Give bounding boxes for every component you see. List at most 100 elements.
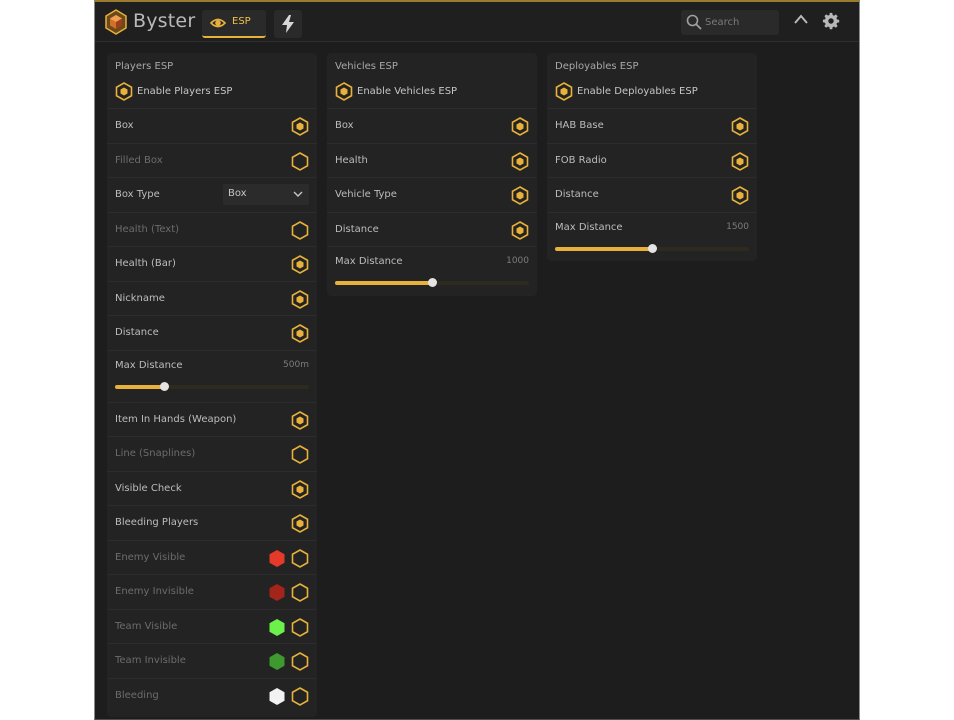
setting-row-max-distance: Max Distance 500m xyxy=(107,349,317,402)
setting-row-health: Health xyxy=(327,142,537,178)
search-box[interactable] xyxy=(681,10,779,35)
slider-handle[interactable] xyxy=(159,381,169,391)
select-value: Box xyxy=(228,188,247,199)
toggle-hex-icon[interactable] xyxy=(291,652,309,675)
setting-row-enemy-invisible: Enemy Invisible xyxy=(107,574,317,609)
setting-row-filled-box: Filled Box xyxy=(107,142,317,178)
setting-row-box: Box xyxy=(107,108,317,143)
color-swatch[interactable] xyxy=(268,687,286,710)
toggle-hex-icon[interactable] xyxy=(291,445,309,468)
gear-icon[interactable] xyxy=(822,12,840,30)
toggle-hex-icon[interactable] xyxy=(291,255,309,278)
setting-row-enemy-visible: Enemy Visible xyxy=(107,539,317,575)
toggle-hex-icon[interactable] xyxy=(511,186,529,209)
slider-handle[interactable] xyxy=(428,278,437,287)
setting-label: FOB Radio xyxy=(555,154,607,166)
toggle-hex-icon[interactable] xyxy=(291,617,309,641)
toggle-hex-icon[interactable] xyxy=(291,583,309,606)
setting-row-bleeding: Bleeding xyxy=(107,677,317,713)
setting-label: Filled Box xyxy=(115,154,163,166)
players-esp-panel: Players ESP Enable Players ESP Box Filled… xyxy=(107,53,317,717)
toggle-hex-icon xyxy=(115,82,133,105)
toggle-hex-icon[interactable] xyxy=(731,117,749,140)
setting-row-visible-check: Visible Check xyxy=(107,470,317,506)
search-input[interactable] xyxy=(705,13,775,32)
setting-label: Line (Snaplines) xyxy=(115,448,196,459)
tab-lightning[interactable] xyxy=(274,10,302,38)
logo-icon xyxy=(105,9,127,35)
max-distance-slider[interactable] xyxy=(115,381,309,391)
setting-label: Enemy Invisible xyxy=(115,586,194,597)
eye-icon xyxy=(210,18,226,28)
setting-label: Distance xyxy=(555,189,599,200)
toggle-hex-icon[interactable] xyxy=(511,117,529,140)
toggle-hex-icon xyxy=(335,82,353,105)
toggle-hex-icon[interactable] xyxy=(291,117,309,140)
panel-title: Deployables ESP xyxy=(555,61,639,72)
setting-label: Health xyxy=(335,154,368,166)
toggle-hex-icon[interactable] xyxy=(291,324,309,347)
setting-label: Box xyxy=(115,120,134,131)
app-window: Byster ESP Pl xyxy=(94,0,860,720)
toggle-hex-icon xyxy=(555,82,573,105)
setting-label: Distance xyxy=(115,327,159,338)
toggle-hex-icon[interactable] xyxy=(731,186,749,209)
tab-esp[interactable]: ESP xyxy=(202,10,266,38)
box-type-select[interactable]: Box xyxy=(223,184,309,205)
toggle-hex-icon[interactable] xyxy=(291,686,309,710)
color-swatch[interactable] xyxy=(268,618,286,641)
setting-row-distance: Distance xyxy=(547,177,757,212)
color-swatch[interactable] xyxy=(268,549,286,572)
setting-label: Nickname xyxy=(115,292,165,304)
color-swatch[interactable] xyxy=(268,583,286,606)
slider-fill xyxy=(115,384,164,389)
toggle-hex-icon[interactable] xyxy=(291,410,309,434)
toggle-hex-icon[interactable] xyxy=(511,220,529,244)
setting-label: Item In Hands (Weapon) xyxy=(115,413,237,425)
setting-label: Max Distance xyxy=(115,359,183,371)
toggle-hex-icon[interactable] xyxy=(291,220,309,244)
setting-row-nickname: Nickname xyxy=(107,280,317,316)
toggle-hex-icon[interactable] xyxy=(511,151,529,175)
setting-row-max-distance: Max Distance 1500 xyxy=(547,211,757,264)
setting-label: Health (Text) xyxy=(115,223,180,235)
setting-row-distance: Distance xyxy=(327,211,537,247)
setting-label: Max Distance xyxy=(555,221,623,233)
max-distance-slider[interactable] xyxy=(555,243,749,253)
setting-label: Vehicle Type xyxy=(335,189,397,200)
toggle-hex-icon[interactable] xyxy=(291,479,309,503)
slider-handle[interactable] xyxy=(648,243,657,253)
setting-label: Visible Check xyxy=(115,482,182,494)
setting-label: Bleeding xyxy=(115,689,159,701)
toggle-hex-icon[interactable] xyxy=(291,289,309,313)
slider-value: 1000 xyxy=(506,256,529,266)
setting-row-vehicle-type: Vehicle Type xyxy=(327,177,537,212)
slider-value: 1500 xyxy=(726,221,749,232)
setting-row-box-type: Box Type Box xyxy=(107,177,317,212)
setting-row-distance: Distance xyxy=(107,315,317,350)
setting-row-max-distance: Max Distance 1000 xyxy=(327,246,537,298)
toggle-hex-icon[interactable] xyxy=(291,548,309,572)
setting-row-team-invisible: Team Invisible xyxy=(107,643,317,678)
setting-label: Team Invisible xyxy=(115,655,186,666)
setting-row-team-visible: Team Visible xyxy=(107,608,317,644)
chevron-down-icon xyxy=(293,191,303,197)
setting-row-health-text: Health (Text) xyxy=(107,211,317,247)
app-title: Byster xyxy=(133,10,196,32)
slider-fill xyxy=(555,246,652,251)
tab-esp-label: ESP xyxy=(232,16,251,27)
toggle-hex-icon[interactable] xyxy=(291,514,309,537)
setting-label: HAB Base xyxy=(555,120,604,131)
max-distance-slider[interactable] xyxy=(335,278,529,287)
setting-label: Max Distance xyxy=(335,256,403,267)
toggle-hex-icon[interactable] xyxy=(291,151,309,175)
setting-label: Team Visible xyxy=(115,620,178,632)
toggle-hex-icon[interactable] xyxy=(731,151,749,175)
slider-value: 500m xyxy=(283,359,309,370)
title-bar: Byster ESP xyxy=(95,2,859,42)
chevron-up-icon[interactable] xyxy=(794,14,808,24)
slider-fill xyxy=(335,281,432,285)
color-swatch[interactable] xyxy=(268,652,286,675)
search-icon xyxy=(686,14,702,30)
setting-label: Box Type xyxy=(115,189,160,200)
